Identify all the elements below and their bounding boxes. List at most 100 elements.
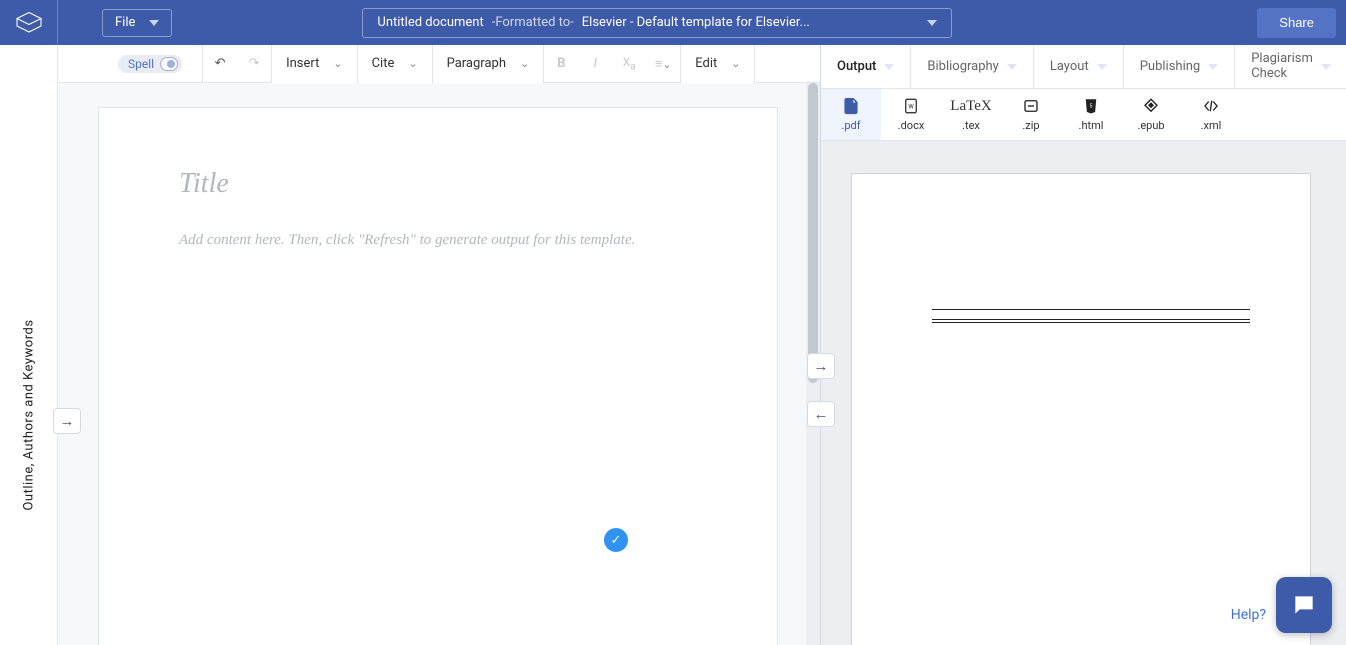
html-icon: 5 bbox=[1081, 97, 1101, 115]
status-check-icon: ✓ bbox=[604, 528, 628, 552]
sidebar-expand-button[interactable]: → bbox=[53, 408, 81, 434]
toggle-icon bbox=[160, 57, 178, 71]
help-link[interactable]: Help? bbox=[1231, 607, 1266, 623]
topbar: File Untitled document -Formatted to- El… bbox=[0, 0, 1346, 45]
export-tex-label: .tex bbox=[962, 119, 980, 132]
document-page[interactable]: Title Add content here. Then, click "Ref… bbox=[98, 107, 778, 645]
tab-layout[interactable]: Layout bbox=[1034, 45, 1124, 88]
paragraph-menu[interactable]: Paragraph ⌄ bbox=[433, 45, 544, 83]
insert-label: Insert bbox=[286, 56, 319, 71]
cite-label: Cite bbox=[372, 56, 395, 71]
spell-toggle[interactable]: Spell bbox=[118, 55, 182, 73]
bold-icon: B bbox=[557, 56, 565, 71]
tab-plagiarism[interactable]: PlagiarismCheck bbox=[1235, 45, 1346, 88]
arrow-right-icon: → bbox=[60, 412, 75, 430]
chevron-down-icon: ⌄ bbox=[731, 57, 740, 70]
template-name: Elsevier - Default template for Elsevier… bbox=[582, 15, 810, 30]
chevron-down-icon: ⌄ bbox=[408, 57, 417, 70]
italic-button[interactable]: I bbox=[578, 45, 612, 83]
preview-page bbox=[851, 173, 1311, 645]
chevron-down-icon bbox=[1097, 64, 1107, 70]
export-docx[interactable]: W .docx bbox=[881, 89, 941, 140]
italic-icon: I bbox=[594, 56, 597, 71]
redo-button[interactable]: ↷ bbox=[237, 45, 271, 83]
preview-rule bbox=[932, 322, 1250, 323]
export-format-row: .pdf W .docx LaTeX .tex .zip 5 .html .ep… bbox=[821, 89, 1346, 141]
main-area: Outline, Authors and Keywords → Spell ↶ … bbox=[0, 45, 1346, 645]
export-pdf[interactable]: .pdf bbox=[821, 89, 881, 140]
undo-button[interactable]: ↶ bbox=[203, 45, 237, 83]
docx-icon: W bbox=[901, 97, 921, 115]
tab-layout-label: Layout bbox=[1050, 59, 1089, 74]
tab-bibliography[interactable]: Bibliography bbox=[911, 45, 1033, 88]
editor-toolbar: Spell ↶ ↷ Insert ⌄ Cite ⌄ Paragraph ⌄ B bbox=[58, 45, 820, 83]
subscript-button[interactable]: Xa bbox=[612, 45, 646, 83]
tab-output-label: Output bbox=[837, 59, 876, 74]
export-pdf-label: .pdf bbox=[841, 119, 860, 132]
document-name: Untitled document bbox=[377, 15, 483, 30]
chevron-down-icon bbox=[884, 64, 894, 70]
svg-text:5: 5 bbox=[1090, 104, 1093, 110]
chevron-down-icon bbox=[1208, 64, 1218, 70]
bold-button[interactable]: B bbox=[544, 45, 578, 83]
tab-plagiarism-label: PlagiarismCheck bbox=[1251, 52, 1313, 82]
share-button[interactable]: Share bbox=[1257, 8, 1336, 38]
tab-publishing-label: Publishing bbox=[1140, 59, 1201, 74]
preview-area bbox=[821, 141, 1346, 645]
title-placeholder[interactable]: Title bbox=[179, 168, 697, 200]
epub-icon bbox=[1141, 97, 1161, 115]
preview-rule bbox=[932, 309, 1250, 310]
chevron-down-icon bbox=[927, 20, 937, 26]
export-tex[interactable]: LaTeX .tex bbox=[941, 89, 1001, 140]
chevron-down-icon bbox=[149, 20, 159, 26]
file-menu-button[interactable]: File bbox=[102, 9, 172, 37]
document-scroll[interactable]: Title Add content here. Then, click "Ref… bbox=[58, 83, 820, 645]
cite-menu[interactable]: Cite ⌄ bbox=[358, 45, 432, 83]
tab-bibliography-label: Bibliography bbox=[927, 59, 998, 74]
arrow-right-icon: → bbox=[814, 357, 829, 375]
arrow-left-icon: ← bbox=[814, 405, 829, 423]
pane-collapse-right-button[interactable]: → bbox=[807, 353, 835, 379]
pane-collapse-left-button[interactable]: ← bbox=[807, 401, 835, 427]
zip-icon bbox=[1021, 97, 1041, 115]
tab-publishing[interactable]: Publishing bbox=[1124, 45, 1236, 88]
export-html-label: .html bbox=[1079, 119, 1104, 132]
sidebar-label: Outline, Authors and Keywords bbox=[21, 319, 36, 510]
document-title-dropdown[interactable]: Untitled document -Formatted to- Elsevie… bbox=[362, 8, 952, 38]
export-docx-label: .docx bbox=[898, 119, 925, 132]
separator bbox=[754, 45, 755, 83]
edit-label: Edit bbox=[695, 56, 717, 71]
export-html[interactable]: 5 .html bbox=[1061, 89, 1121, 140]
export-epub[interactable]: .epub bbox=[1121, 89, 1181, 140]
pdf-icon bbox=[841, 97, 861, 115]
sidebar-rail: Outline, Authors and Keywords → bbox=[0, 45, 58, 645]
xml-icon bbox=[1201, 97, 1221, 115]
editor-pane: Spell ↶ ↷ Insert ⌄ Cite ⌄ Paragraph ⌄ B bbox=[58, 45, 820, 645]
subscript-icon: Xa bbox=[623, 55, 636, 72]
body-placeholder[interactable]: Add content here. Then, click "Refresh" … bbox=[179, 228, 697, 252]
file-menu-label: File bbox=[115, 15, 135, 30]
edit-menu[interactable]: Edit ⌄ bbox=[681, 45, 754, 83]
chat-button[interactable] bbox=[1276, 577, 1332, 633]
scrollbar-thumb[interactable] bbox=[808, 83, 818, 383]
preview-tabs: Output Bibliography Layout Publishing Pl… bbox=[821, 45, 1346, 89]
latex-icon: LaTeX bbox=[950, 98, 991, 115]
chat-icon bbox=[1291, 592, 1317, 618]
export-xml-label: .xml bbox=[1201, 119, 1222, 132]
svg-text:W: W bbox=[908, 103, 914, 110]
export-zip[interactable]: .zip bbox=[1001, 89, 1061, 140]
chevron-down-icon bbox=[1007, 64, 1017, 70]
tab-output[interactable]: Output bbox=[821, 45, 911, 88]
chevron-down-icon: ⌄ bbox=[333, 57, 342, 70]
export-xml[interactable]: .xml bbox=[1181, 89, 1241, 140]
preview-rule bbox=[932, 319, 1250, 320]
preview-pane: → ← Output Bibliography Layout Publishin… bbox=[820, 45, 1346, 645]
export-epub-label: .epub bbox=[1137, 119, 1164, 132]
chevron-down-icon bbox=[1321, 64, 1331, 70]
undo-icon: ↶ bbox=[215, 56, 226, 71]
insert-menu[interactable]: Insert ⌄ bbox=[272, 45, 357, 83]
paragraph-label: Paragraph bbox=[447, 56, 506, 71]
linespacing-button[interactable]: ≡⌄ bbox=[646, 45, 680, 83]
chevron-down-icon: ⌄ bbox=[520, 57, 529, 70]
app-logo[interactable] bbox=[0, 0, 58, 45]
